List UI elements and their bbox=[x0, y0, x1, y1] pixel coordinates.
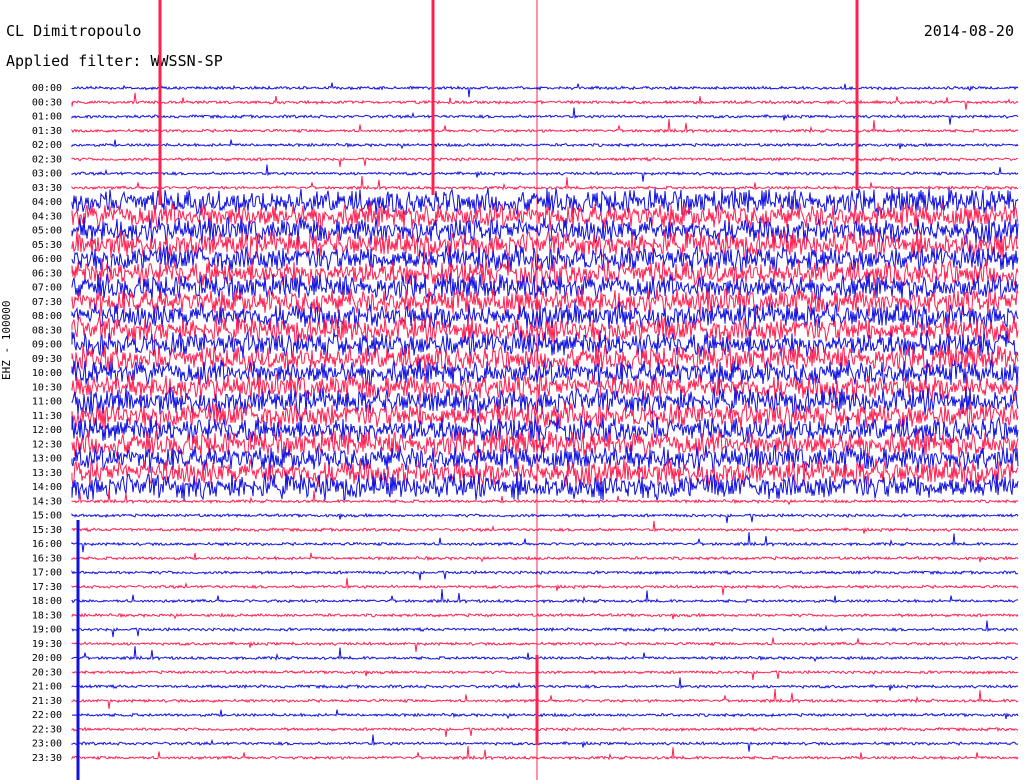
trace-0530 bbox=[71, 229, 1019, 260]
trace-1600 bbox=[71, 532, 1019, 553]
trace-2300 bbox=[71, 734, 1019, 752]
row-label-2300: 23:00 bbox=[32, 739, 62, 750]
row-label-1930: 19:30 bbox=[32, 639, 62, 650]
row-label-0600: 06:00 bbox=[32, 254, 62, 265]
row-label-0800: 08:00 bbox=[32, 311, 62, 322]
row-label-1730: 17:30 bbox=[32, 582, 62, 593]
trace-1930 bbox=[71, 637, 1019, 652]
row-label-0300: 03:00 bbox=[32, 169, 62, 180]
trace-0100 bbox=[71, 107, 1019, 125]
trace-0030 bbox=[71, 92, 1019, 110]
row-label-1030: 10:30 bbox=[32, 382, 62, 393]
row-label-1600: 16:00 bbox=[32, 539, 62, 550]
row-label-1630: 16:30 bbox=[32, 553, 62, 564]
trace-2100 bbox=[71, 677, 1019, 691]
trace-1630 bbox=[71, 552, 1019, 563]
trace-0000 bbox=[71, 82, 1019, 98]
trace-0330 bbox=[71, 175, 1019, 191]
row-label-2200: 22:00 bbox=[32, 710, 62, 721]
row-label-1100: 11:00 bbox=[32, 397, 62, 408]
trace-1530 bbox=[71, 520, 1019, 534]
trace-2030 bbox=[71, 669, 1019, 680]
trace-1800 bbox=[71, 589, 1018, 604]
row-label-0130: 01:30 bbox=[32, 126, 62, 137]
row-label-0200: 02:00 bbox=[32, 140, 62, 151]
row-label-0900: 09:00 bbox=[32, 340, 62, 351]
trace-2130 bbox=[71, 688, 1019, 709]
trace-1830 bbox=[71, 612, 1019, 620]
row-label-0430: 04:30 bbox=[32, 211, 62, 222]
row-label-0630: 06:30 bbox=[32, 268, 62, 279]
trace-2200 bbox=[71, 709, 1019, 720]
row-label-1500: 15:00 bbox=[32, 511, 62, 522]
trace-1900 bbox=[71, 620, 1019, 638]
trace-0300 bbox=[71, 164, 1019, 182]
trace-1700 bbox=[71, 569, 1019, 581]
row-label-0700: 07:00 bbox=[32, 283, 62, 294]
row-label-2230: 22:30 bbox=[32, 724, 62, 735]
row-label-1000: 10:00 bbox=[32, 368, 62, 379]
trace-0200 bbox=[71, 139, 1019, 150]
row-label-1830: 18:30 bbox=[32, 610, 62, 621]
trace-2000 bbox=[71, 646, 1019, 663]
row-label-0000: 00:00 bbox=[32, 83, 62, 94]
row-label-1130: 11:30 bbox=[32, 411, 62, 422]
row-label-0330: 03:30 bbox=[32, 183, 62, 194]
row-label-0500: 05:00 bbox=[32, 226, 62, 237]
row-label-1530: 15:30 bbox=[32, 525, 62, 536]
row-label-2000: 20:00 bbox=[32, 653, 62, 664]
trace-1500 bbox=[71, 512, 1019, 524]
trace-0130 bbox=[71, 118, 1019, 134]
row-label-1230: 12:30 bbox=[32, 439, 62, 450]
trace-0230 bbox=[71, 156, 1018, 167]
row-label-0730: 07:30 bbox=[32, 297, 62, 308]
row-label-2130: 21:30 bbox=[32, 696, 62, 707]
row-label-2330: 23:30 bbox=[32, 753, 62, 764]
row-label-2100: 21:00 bbox=[32, 682, 62, 693]
row-label-1400: 14:00 bbox=[32, 482, 62, 493]
row-label-1300: 13:00 bbox=[32, 454, 62, 465]
row-label-0230: 02:30 bbox=[32, 154, 62, 165]
row-label-1200: 12:00 bbox=[32, 425, 62, 436]
trace-2330 bbox=[71, 745, 1019, 761]
row-label-1700: 17:00 bbox=[32, 568, 62, 579]
trace-0730 bbox=[71, 287, 1019, 317]
row-label-0100: 01:00 bbox=[32, 112, 62, 123]
trace-2230 bbox=[71, 726, 1019, 737]
trace-0400 bbox=[71, 187, 1019, 217]
row-label-1800: 18:00 bbox=[32, 596, 62, 607]
trace-1730 bbox=[71, 577, 1019, 595]
row-label-1430: 14:30 bbox=[32, 496, 62, 507]
row-label-0030: 00:30 bbox=[32, 97, 62, 108]
row-label-1900: 19:00 bbox=[32, 625, 62, 636]
row-label-1330: 13:30 bbox=[32, 468, 62, 479]
seismogram-plot: 00:00 00:30 01:00 01:30 02:00 02:30 03:00 03:30… bbox=[32, 0, 1019, 780]
row-label-0930: 09:30 bbox=[32, 354, 62, 365]
row-label-0830: 08:30 bbox=[32, 325, 62, 336]
row-label-0530: 05:30 bbox=[32, 240, 62, 251]
row-label-0400: 04:00 bbox=[32, 197, 62, 208]
row-label-2030: 20:30 bbox=[32, 667, 62, 678]
